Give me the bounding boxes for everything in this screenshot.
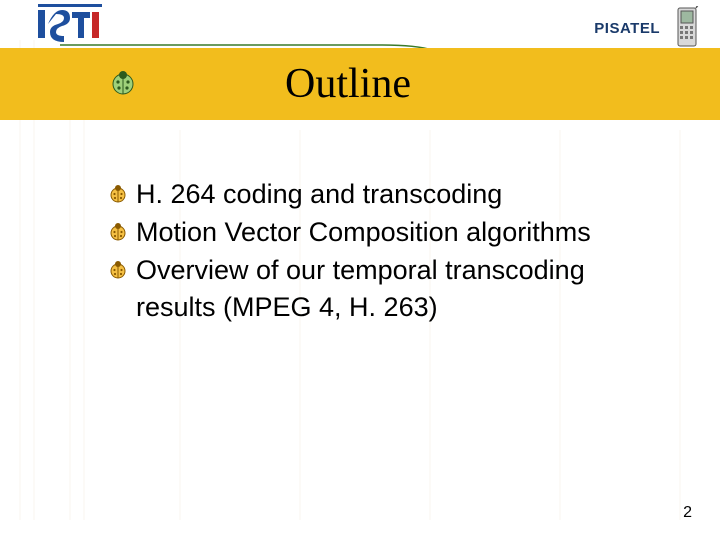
slide-body: H. 264 coding and transcoding Motion Vec… [0, 120, 720, 325]
list-item: Motion Vector Composition algorithms [108, 216, 660, 250]
list-item: H. 264 coding and transcoding [108, 178, 660, 212]
list-item: Overview of our temporal transcoding [108, 254, 660, 288]
bullet-ladybug-icon [108, 222, 128, 247]
bullet-continuation: results (MPEG 4, H. 263) [136, 291, 660, 325]
slide-title: Outline [285, 60, 411, 108]
bullet-text: Overview of our temporal transcoding [136, 254, 585, 288]
bullet-text: Motion Vector Composition algorithms [136, 216, 591, 250]
title-band: Outline [0, 48, 720, 120]
page-number: 2 [683, 504, 692, 522]
ladybug-icon [110, 70, 136, 101]
isti-logo [38, 4, 102, 42]
bullet-ladybug-icon [108, 260, 128, 285]
project-label: PISATEL [594, 20, 660, 37]
bullet-text: H. 264 coding and transcoding [136, 178, 502, 212]
bullet-ladybug-icon [108, 184, 128, 209]
mobile-phone-icon [672, 6, 702, 53]
slide-header: PISATEL [0, 0, 720, 48]
